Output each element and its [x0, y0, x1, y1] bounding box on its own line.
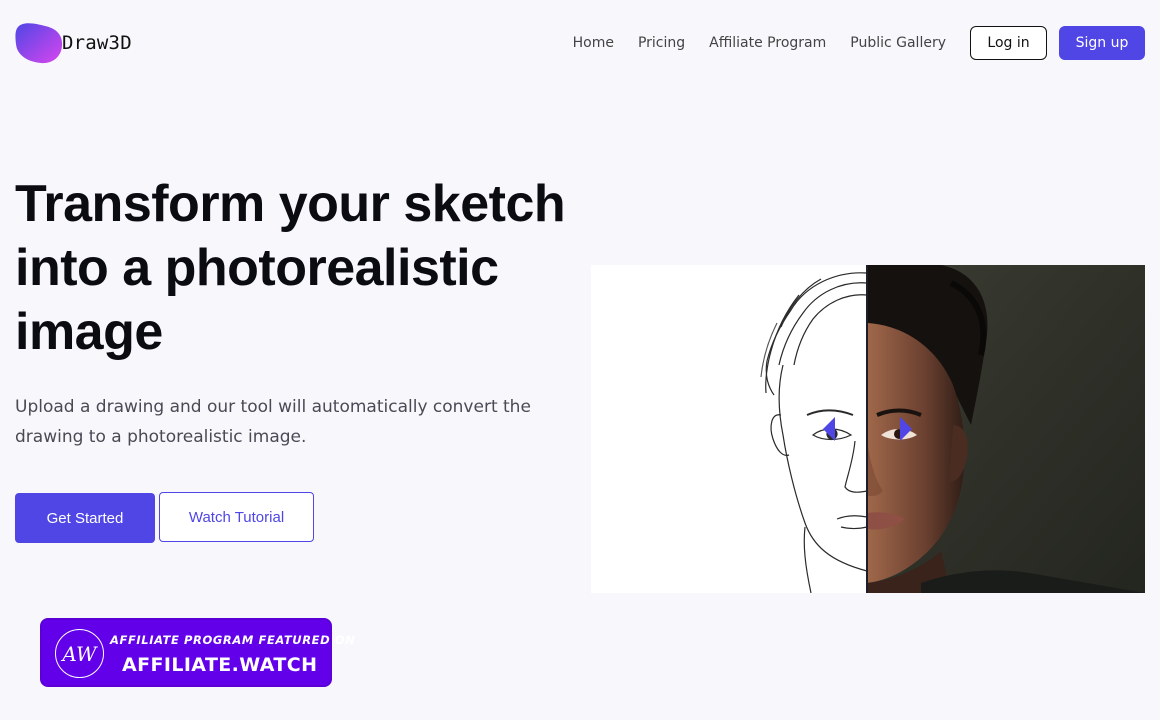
nav-affiliate-program[interactable]: Affiliate Program — [709, 35, 826, 51]
get-started-button[interactable]: Get Started — [15, 493, 155, 543]
brand-logo[interactable]: Draw3D — [15, 22, 132, 64]
comparison-divider[interactable] — [866, 265, 868, 593]
badge-site-name: AFFILIATE.WATCH — [122, 654, 318, 676]
site-header: Draw3D Home Pricing Affiliate Program Pu… — [0, 0, 1160, 84]
badge-tagline: AFFILIATE PROGRAM FEATURED ON — [110, 633, 356, 647]
login-button[interactable]: Log in — [970, 26, 1047, 60]
before-after-comparison[interactable] — [591, 265, 1145, 593]
hero-subtitle: Upload a drawing and our tool will autom… — [15, 397, 531, 447]
gradient-blob-logo-icon — [15, 22, 63, 64]
main-nav: Home Pricing Affiliate Program Public Ga… — [573, 26, 1145, 60]
nav-home[interactable]: Home — [573, 35, 614, 51]
affiliate-watch-badge[interactable]: AW AFFILIATE PROGRAM FEATURED ON AFFILIA… — [40, 618, 355, 687]
nav-pricing[interactable]: Pricing — [638, 35, 685, 51]
watch-tutorial-button[interactable]: Watch Tutorial — [159, 492, 314, 542]
brand-name: Draw3D — [62, 32, 132, 54]
aw-logo-icon: AW — [55, 629, 104, 678]
hero-title: Transform your sketch into a photorealis… — [15, 175, 566, 361]
nav-public-gallery[interactable]: Public Gallery — [850, 35, 946, 51]
signup-button[interactable]: Sign up — [1059, 26, 1145, 60]
